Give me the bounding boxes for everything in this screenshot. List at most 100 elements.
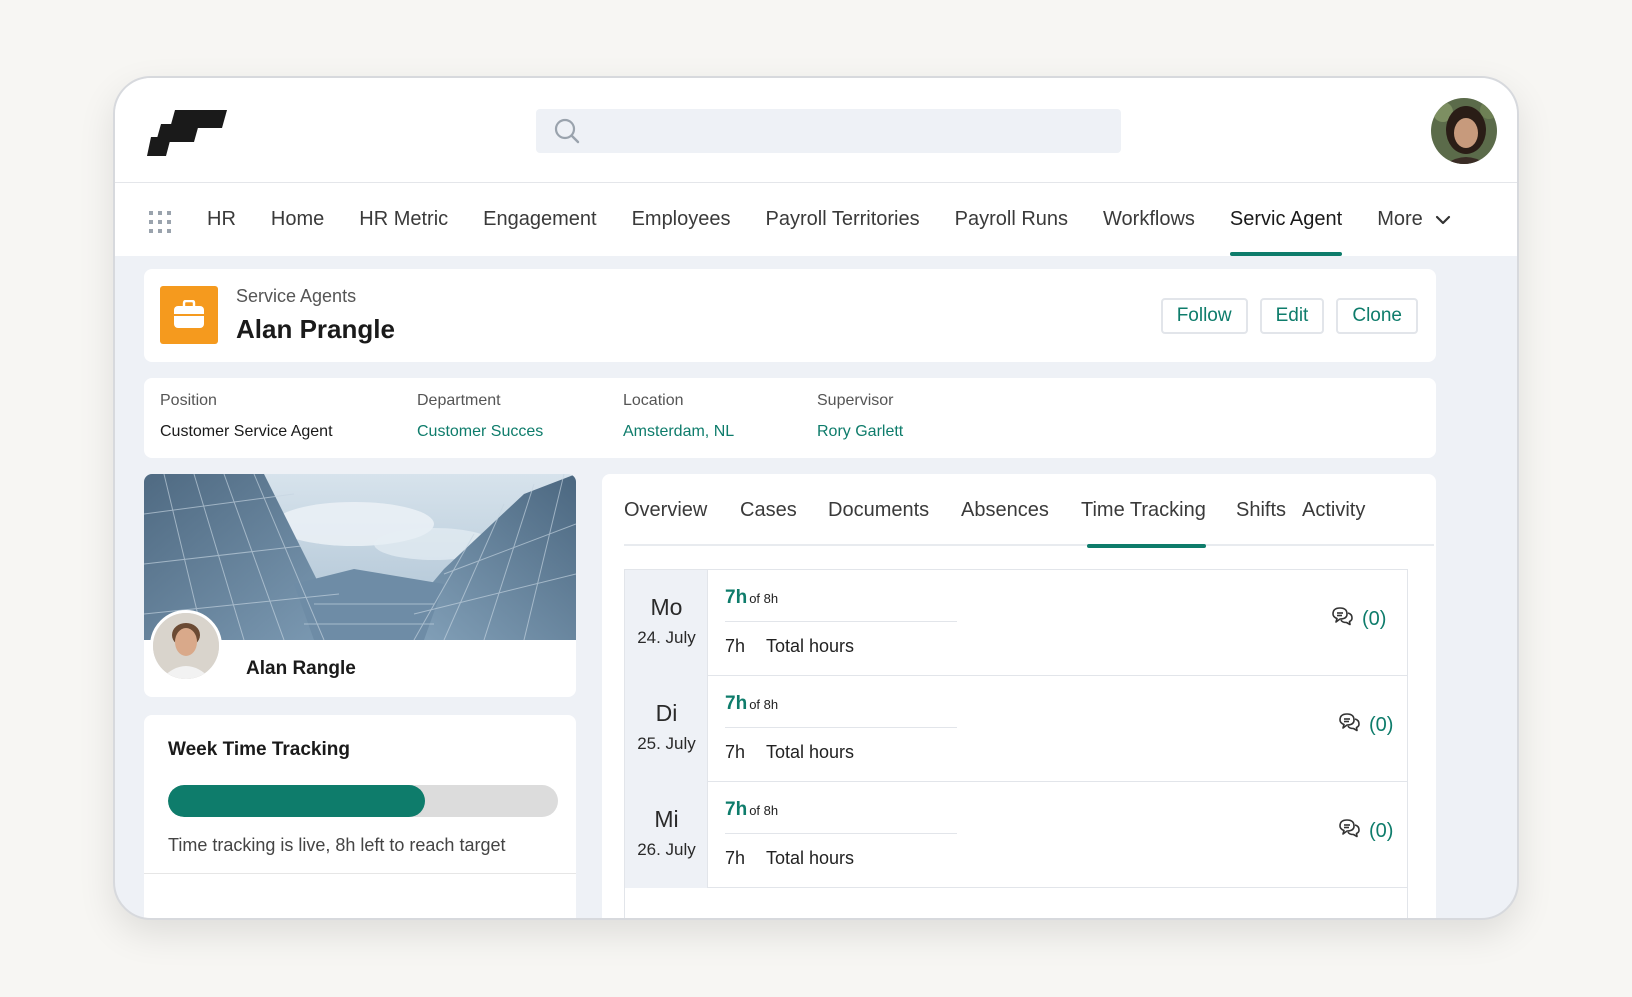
- divider: [725, 621, 957, 622]
- week-progress-bar: [168, 785, 558, 817]
- day-date: 26. July: [637, 840, 696, 859]
- week-time-tracking-card: Week Time Tracking Time tracking is live…: [144, 715, 576, 918]
- nav-more-label: More: [1377, 208, 1423, 230]
- day-abbr: Mo: [650, 594, 683, 620]
- time-entry-row[interactable]: Mi 26. July 7h of 8h 7h Total hours (0): [625, 782, 1407, 888]
- total-hours-label: Total hours: [766, 636, 855, 656]
- day-cell: Di 25. July: [625, 676, 708, 782]
- comment-count: (0): [1369, 713, 1394, 736]
- record-header: Service Agents Alan Prangle Follow Edit …: [144, 269, 1436, 362]
- edit-button[interactable]: Edit: [1259, 298, 1325, 334]
- profile-card: Alan Rangle: [144, 474, 576, 697]
- hours-summary: 7h of 8h: [725, 799, 778, 821]
- position-value: Customer Service Agent: [160, 423, 333, 440]
- nav-item-hr[interactable]: HR: [207, 183, 236, 256]
- nav-item-payroll-runs[interactable]: Payroll Runs: [955, 183, 1068, 256]
- divider: [725, 833, 957, 834]
- time-entry-row[interactable]: Mo 24. July 7h of 8h 7h Total hours (0): [625, 570, 1407, 676]
- follow-button[interactable]: Follow: [1160, 298, 1248, 334]
- total-hours-value: 7h: [725, 742, 746, 762]
- user-avatar[interactable]: [1429, 96, 1499, 166]
- day-abbr: Mi: [654, 806, 679, 832]
- department-field: Department Customer Succes: [417, 392, 543, 441]
- nav-item-payroll-territories[interactable]: Payroll Territories: [766, 183, 920, 256]
- comment-icon: [1338, 712, 1360, 738]
- nav-item-hr-metric[interactable]: HR Metric: [359, 183, 448, 256]
- department-label: Department: [417, 392, 501, 409]
- nav-item-servic-agent[interactable]: Servic Agent: [1229, 183, 1343, 256]
- record-details: Position Customer Service Agent Departme…: [144, 378, 1436, 458]
- supervisor-label: Supervisor: [817, 392, 894, 409]
- tab-overview[interactable]: Overview: [624, 474, 707, 546]
- nav-item-employees[interactable]: Employees: [632, 183, 731, 256]
- week-tracking-title: Week Time Tracking: [168, 739, 350, 760]
- hours-target: of 8h: [749, 697, 779, 712]
- nav-more-menu[interactable]: More: [1377, 183, 1451, 256]
- position-field: Position Customer Service Agent: [160, 392, 333, 441]
- day-date: 25. July: [637, 734, 696, 753]
- record-title: Alan Prangle: [236, 314, 395, 344]
- record-type-label: Service Agents: [236, 286, 357, 306]
- record-tabs-panel: Overview Cases Documents Absences Time T…: [602, 474, 1436, 918]
- tab-bar: Overview Cases Documents Absences Time T…: [624, 474, 1434, 548]
- total-hours-label: Total hours: [766, 742, 855, 762]
- comments-button[interactable]: (0): [1331, 606, 1386, 632]
- nav-item-workflows[interactable]: Workflows: [1103, 183, 1195, 256]
- cover-image: [144, 474, 576, 640]
- hours-summary: 7h of 8h: [725, 587, 778, 609]
- hours-target: of 8h: [749, 803, 779, 818]
- profile-avatar[interactable]: [150, 610, 222, 682]
- search-input[interactable]: [592, 109, 1102, 153]
- week-progress-fill: [168, 785, 426, 817]
- clone-button[interactable]: Clone: [1336, 298, 1418, 334]
- department-link[interactable]: Customer Succes: [417, 423, 543, 441]
- time-tracking-table: Mo 24. July 7hof 8h 7h Total hours (0): [624, 569, 1408, 918]
- location-label: Location: [623, 392, 684, 409]
- app-window: HR Home HR Metric Engagement Employees P…: [113, 76, 1519, 920]
- tab-cases[interactable]: Cases: [740, 474, 797, 546]
- hours-logged: 7h: [725, 693, 748, 714]
- position-label: Position: [160, 392, 217, 409]
- profile-name: Alan Rangle: [246, 658, 356, 679]
- divider: [144, 873, 576, 874]
- comments-button[interactable]: (0): [1338, 712, 1393, 738]
- comments-button[interactable]: (0): [1338, 818, 1393, 844]
- day-cell: Mo 24. July: [625, 570, 708, 676]
- chevron-down-icon: [1435, 215, 1451, 225]
- tab-absences[interactable]: Absences: [961, 474, 1049, 546]
- comment-count: (0): [1362, 607, 1387, 630]
- divider: [725, 727, 957, 728]
- day-date: 24. July: [637, 628, 696, 647]
- day-abbr: Di: [655, 700, 678, 726]
- comment-count: (0): [1369, 819, 1394, 842]
- hours-target: of 8h: [749, 591, 779, 606]
- hours-logged: 7h: [725, 799, 748, 820]
- supervisor-link[interactable]: Rory Garlett: [817, 423, 903, 441]
- briefcase-icon: [160, 286, 218, 344]
- tab-shifts[interactable]: Shifts: [1236, 474, 1286, 546]
- comment-icon: [1331, 606, 1353, 632]
- total-hours-value: 7h: [725, 636, 746, 656]
- search-bar[interactable]: [536, 109, 1121, 153]
- supervisor-field: Supervisor Rory Garlett: [817, 392, 903, 441]
- week-tracking-status: Time tracking is live, 8h left to reach …: [168, 835, 506, 855]
- comment-icon: [1338, 818, 1360, 844]
- total-hours-label: Total hours: [766, 848, 855, 868]
- main-navigation: HR Home HR Metric Engagement Employees P…: [115, 183, 1517, 256]
- hours-logged: 7h: [725, 587, 748, 608]
- nav-item-engagement[interactable]: Engagement: [483, 183, 596, 256]
- app-launcher-icon[interactable]: [149, 211, 171, 238]
- hours-summary: 7h of 8h: [725, 693, 778, 715]
- search-icon: [554, 118, 580, 149]
- tab-time-tracking[interactable]: Time Tracking: [1081, 474, 1206, 548]
- time-entry-row[interactable]: Di 25. July 7h of 8h 7h Total hours (0): [625, 676, 1407, 782]
- location-field: Location Amsterdam, NL: [623, 392, 734, 441]
- top-bar: [115, 78, 1517, 183]
- tab-activity[interactable]: Activity: [1302, 474, 1365, 546]
- total-hours-value: 7h: [725, 848, 746, 868]
- nav-item-home[interactable]: Home: [271, 183, 324, 256]
- day-cell: Mi 26. July: [625, 782, 708, 888]
- location-link[interactable]: Amsterdam, NL: [623, 423, 734, 441]
- company-logo[interactable]: [147, 110, 227, 163]
- tab-documents[interactable]: Documents: [828, 474, 929, 546]
